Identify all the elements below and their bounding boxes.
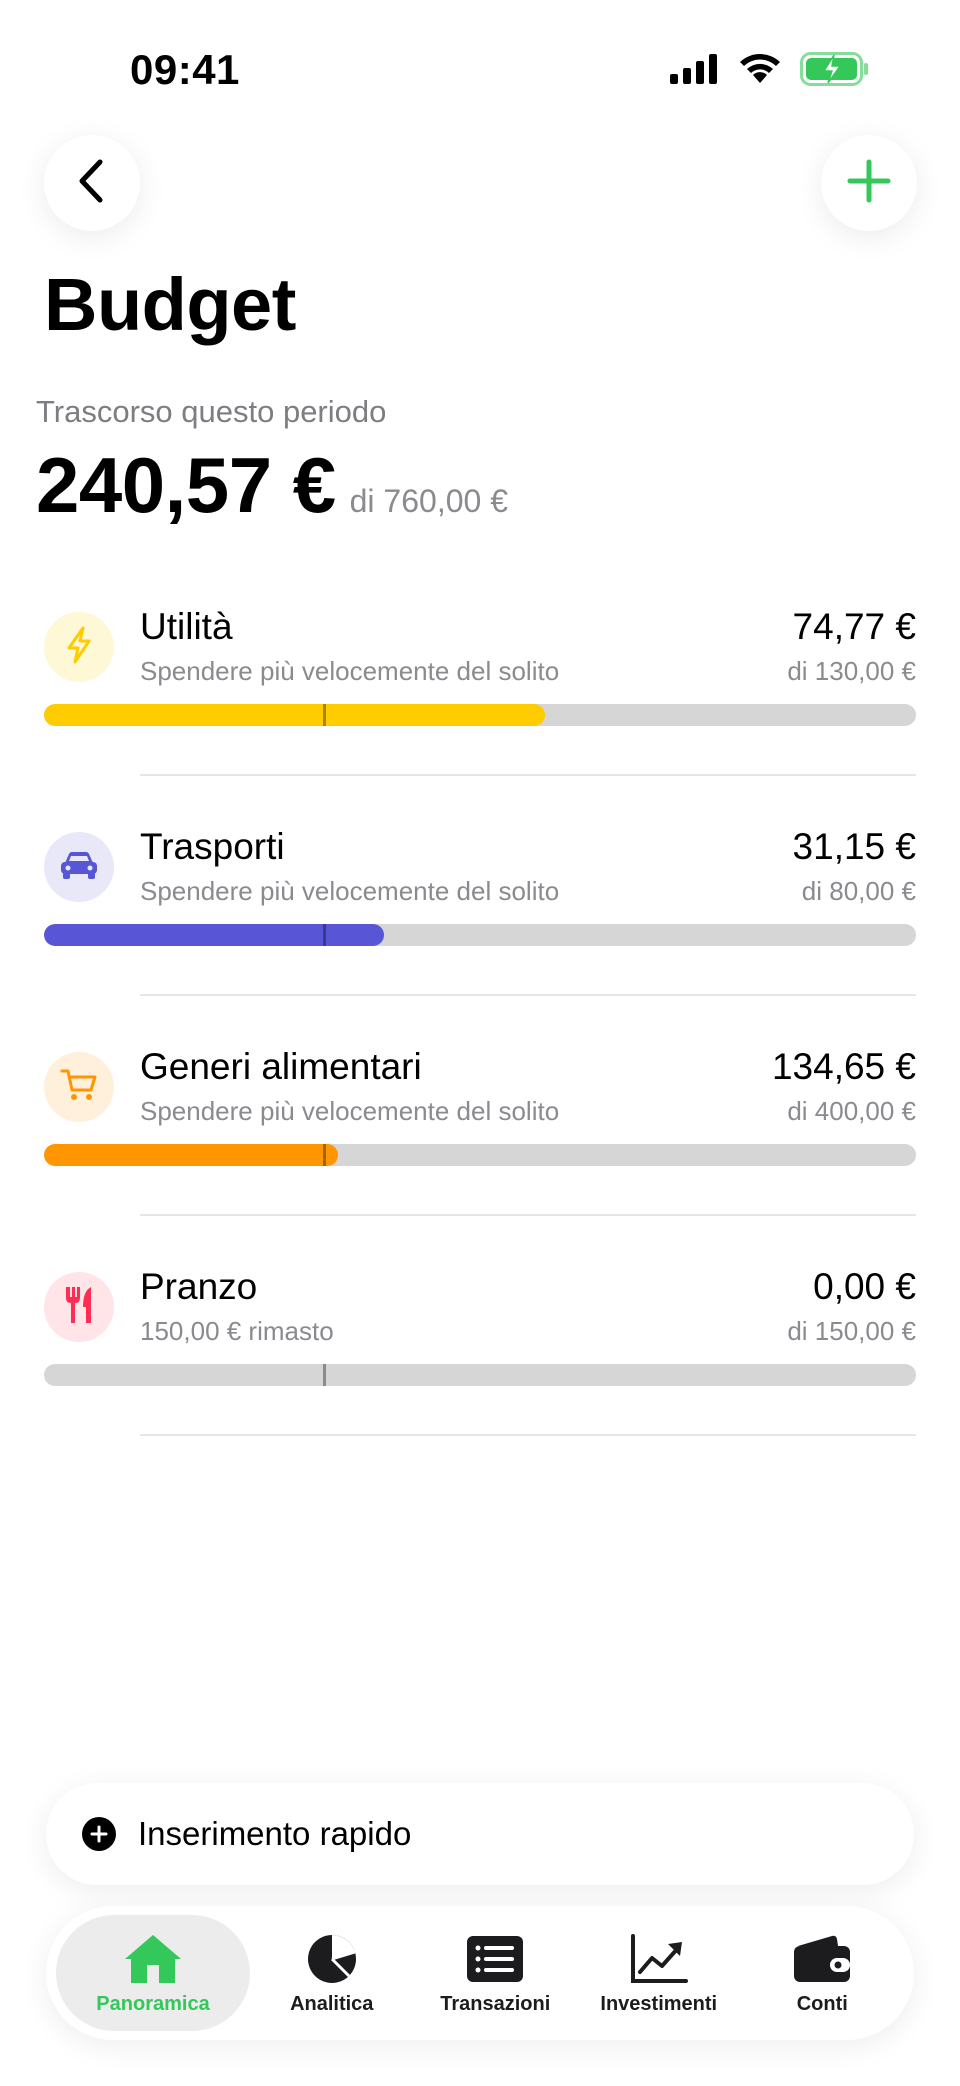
budget-limit: di 400,00 € [787, 1096, 916, 1126]
budget-name: Utilità [140, 606, 233, 647]
budget-item-utilita[interactable]: Utilità Spendere più velocemente del sol… [0, 606, 960, 832]
total-budget-amount: di 760,00 € [349, 483, 508, 519]
bolt-icon [64, 626, 94, 669]
period-label: Trascorso questo periodo [36, 394, 387, 429]
tab-investimenti[interactable]: Investimenti [577, 1915, 741, 2031]
page-title: Budget [44, 263, 296, 346]
budget-limit: di 80,00 € [801, 876, 916, 906]
category-icon-container [44, 1272, 114, 1342]
category-icon-container [44, 832, 114, 902]
budget-subtitle: Spendere più velocemente del solito [140, 656, 560, 686]
budget-spent: 0,00 € [813, 1266, 916, 1307]
budget-progress-bar [44, 924, 916, 946]
cart-icon [60, 1068, 98, 1107]
budget-progress-bar [44, 704, 916, 726]
tab-conti[interactable]: Conti [741, 1915, 905, 2031]
budget-limit: di 130,00 € [787, 656, 916, 686]
tab-label: Panoramica [96, 1992, 210, 2015]
tab-analitica[interactable]: Analitica [250, 1915, 414, 2031]
tab-label: Conti [796, 1992, 848, 2015]
car-icon [59, 849, 99, 886]
divider [140, 1434, 916, 1436]
status-bar: 09:41 [0, 0, 960, 120]
budget-progress-bar [44, 1144, 916, 1166]
quick-entry-label: Inserimento rapido [138, 1815, 412, 1852]
wallet-icon [792, 1931, 852, 1987]
list-icon [465, 1931, 525, 1987]
tab-label: Transazioni [440, 1992, 551, 2015]
home-icon [123, 1931, 183, 1987]
plus-icon [847, 159, 891, 208]
divider [140, 1214, 916, 1216]
total-spent-row: 240,57 € di 760,00 € [36, 440, 508, 531]
budget-spent: 31,15 € [792, 826, 916, 867]
budget-limit: di 150,00 € [787, 1316, 916, 1346]
total-spent-amount: 240,57 € [36, 441, 336, 529]
budget-spent: 74,77 € [792, 606, 916, 647]
tab-label: Investimenti [600, 1992, 718, 2015]
battery-charging-icon [800, 52, 870, 91]
budget-progress-fill [44, 924, 385, 946]
budget-item-generi-alimentari[interactable]: Generi alimentari Spendere più velocemen… [0, 1046, 960, 1272]
budget-name: Pranzo [140, 1266, 258, 1307]
fork-knife-icon [62, 1285, 96, 1330]
category-icon-container [44, 1052, 114, 1122]
add-budget-button[interactable] [821, 135, 917, 231]
budget-spent: 134,65 € [771, 1046, 916, 1087]
status-icons [670, 52, 870, 91]
quick-entry-button[interactable]: Inserimento rapido [46, 1783, 914, 1885]
budget-item-pranzo[interactable]: Pranzo 150,00 € rimasto 0,00 € di 150,00… [0, 1266, 960, 1492]
budget-subtitle: Spendere più velocemente del solito [140, 1096, 560, 1126]
budget-progress-fill [44, 1144, 338, 1166]
wifi-icon [738, 53, 782, 90]
cellular-signal-icon [670, 54, 720, 89]
budget-pace-marker [323, 704, 327, 726]
plus-circle-icon [82, 1817, 116, 1851]
budget-pace-marker [323, 1144, 327, 1166]
budget-progress-fill [44, 704, 546, 726]
divider [140, 774, 916, 776]
category-icon-container [44, 612, 114, 682]
chevron-left-icon [72, 158, 112, 209]
budget-subtitle: 150,00 € rimasto [140, 1316, 334, 1346]
budget-name: Trasporti [140, 826, 285, 867]
budget-progress-bar [44, 1364, 916, 1386]
budget-item-trasporti[interactable]: Trasporti Spendere più velocemente del s… [0, 826, 960, 1052]
budget-pace-marker [323, 1364, 327, 1386]
tab-bar: Panoramica Analitica Transazioni Investi… [46, 1906, 914, 2040]
tab-panoramica[interactable]: Panoramica [56, 1915, 250, 2031]
budget-name: Generi alimentari [140, 1046, 422, 1087]
budget-subtitle: Spendere più velocemente del solito [140, 876, 560, 906]
pie-chart-icon [302, 1931, 362, 1987]
tab-label: Analitica [290, 1992, 374, 2015]
divider [140, 994, 916, 996]
tab-transazioni[interactable]: Transazioni [414, 1915, 578, 2031]
trend-chart-icon [629, 1931, 689, 1987]
budget-pace-marker [323, 924, 327, 946]
status-time: 09:41 [130, 46, 240, 93]
back-button[interactable] [44, 135, 140, 231]
